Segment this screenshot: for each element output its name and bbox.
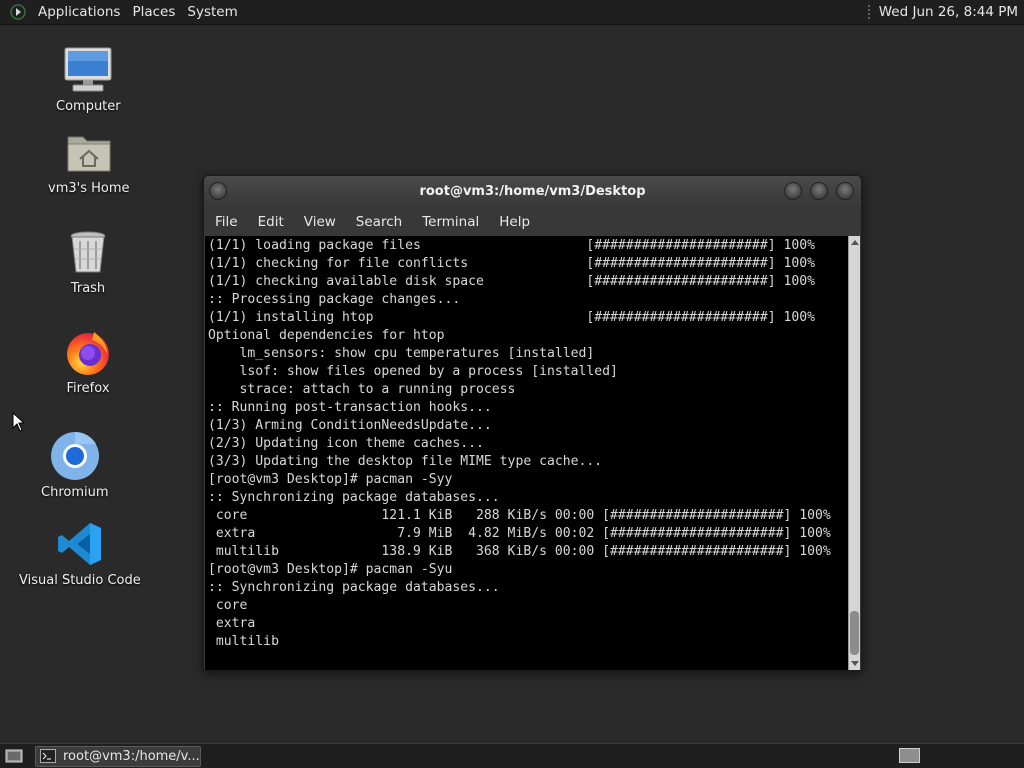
desktop-icon-label: vm3's Home [48,181,130,196]
clock[interactable]: Wed Jun 26, 8:44 PM [879,4,1020,20]
menu-search[interactable]: Search [350,214,408,230]
desktop-icon-label: Trash [70,281,106,296]
trash-icon [62,226,114,278]
terminal-menubar: File Edit View Search Terminal Help [204,207,861,236]
scroll-up-arrow-icon[interactable] [851,240,859,245]
terminal-output: (1/1) loading package files [###########… [208,238,831,649]
desktop-icon-label: Chromium [41,485,109,500]
desktop-icon-firefox[interactable]: Firefox [62,326,114,396]
desktop-icon-home[interactable]: vm3's Home [48,126,130,196]
scroll-down-arrow-icon[interactable] [851,661,859,666]
menu-terminal[interactable]: Terminal [416,214,485,230]
terminal-window[interactable]: root@vm3:/home/vm3/Desktop File Edit Vie… [203,175,862,671]
show-desktop-button[interactable] [3,747,25,765]
minimize-button[interactable] [784,182,802,200]
panel-grip-handle[interactable] [866,4,871,20]
menu-file[interactable]: File [209,214,244,230]
distro-logo-icon[interactable] [9,3,27,21]
maximize-button[interactable] [810,182,828,200]
window-title: root@vm3:/home/vm3/Desktop [419,184,646,199]
desktop-icon-chromium[interactable]: Chromium [41,430,109,500]
scrollbar-thumb[interactable] [850,611,859,655]
terminal-scrollbar[interactable] [848,236,860,670]
menu-edit[interactable]: Edit [252,214,290,230]
close-button[interactable] [836,182,854,200]
terminal-icon [40,749,56,763]
chromium-icon [49,430,101,482]
workspace-switcher[interactable] [899,748,920,763]
window-menu-button[interactable] [209,182,227,200]
desktop-icon-label: Computer [56,99,121,114]
firefox-icon [62,326,114,378]
computer-icon [62,44,114,96]
terminal-output-area[interactable]: (1/1) loading package files [###########… [205,236,848,670]
taskbar-item-label: root@vm3:/home/v... [63,748,200,764]
mouse-pointer-icon [12,412,24,432]
applications-menu[interactable]: Applications [32,0,126,25]
desktop-icon-trash[interactable]: Trash [62,226,114,296]
system-menu[interactable]: System [181,0,243,25]
desktop-icon-label: Firefox [66,381,110,396]
vscode-icon [54,518,106,570]
window-titlebar[interactable]: root@vm3:/home/vm3/Desktop [204,176,861,207]
home-folder-icon [63,126,115,178]
show-desktop-icon [5,749,23,763]
desktop-icon-vscode[interactable]: Visual Studio Code [19,518,141,588]
menu-view[interactable]: View [298,214,342,230]
desktop-icon-label: Visual Studio Code [19,573,141,588]
taskbar-item-terminal[interactable]: root@vm3:/home/v... [35,745,201,767]
desktop-icon-computer[interactable]: Computer [56,44,121,114]
menu-help[interactable]: Help [493,214,536,230]
top-panel: Applications Places System Wed Jun 26, 8… [0,0,1024,25]
bottom-panel: root@vm3:/home/v... [0,743,1024,768]
places-menu[interactable]: Places [126,0,181,25]
